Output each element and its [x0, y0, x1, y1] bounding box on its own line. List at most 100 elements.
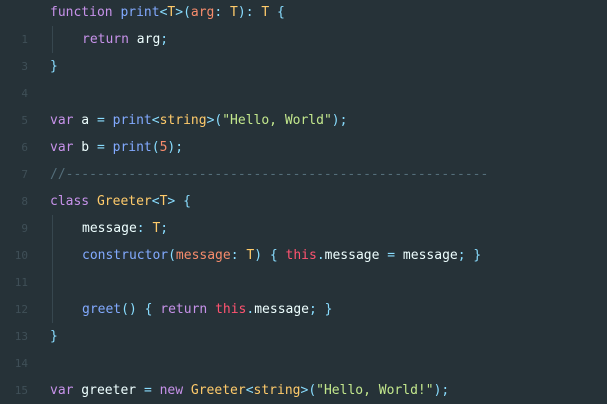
code-token: return	[160, 302, 208, 317]
code-token: arg	[128, 32, 161, 47]
code-token: }	[50, 329, 58, 344]
code-text: constructor(message: T) { this.message =…	[82, 242, 481, 269]
code-token: //--------------------------------------…	[50, 167, 489, 182]
code-token: <	[245, 383, 254, 398]
code-text: //--------------------------------------…	[50, 161, 488, 188]
code-line[interactable]: 12 greet() { return this.message; }	[0, 296, 607, 323]
line-number: 5	[21, 114, 28, 127]
code-text: return arg;	[82, 26, 168, 53]
code-token: T	[230, 5, 238, 20]
code-token: var	[50, 383, 74, 398]
code-token: ):	[237, 5, 254, 20]
code-text: message: T;	[82, 215, 168, 242]
line-number: 4	[21, 87, 28, 100]
code-token: print	[112, 113, 152, 128]
code-token: {	[277, 5, 285, 20]
code-line[interactable]: 13}	[0, 323, 607, 350]
code-token: ;	[309, 302, 317, 317]
code-token: string	[253, 383, 301, 398]
line-number: 7	[21, 168, 28, 181]
code-token: message	[175, 248, 231, 263]
code-token: =	[387, 248, 396, 263]
code-editor[interactable]: function print<T>(arg: T): T {1 return ar…	[0, 0, 607, 404]
line-number: 1	[21, 33, 28, 46]
code-line[interactable]: 10 constructor(message: T) { this.message…	[0, 242, 607, 269]
code-token: >(	[206, 113, 223, 128]
code-text: var b = print(5);	[50, 134, 183, 161]
code-token: var	[50, 140, 74, 155]
line-number: 8	[21, 195, 28, 208]
code-line[interactable]: 9 message: T;	[0, 215, 607, 242]
code-token: =	[96, 113, 105, 128]
code-token: >(	[300, 383, 317, 398]
code-token: :	[136, 221, 145, 236]
line-number: 9	[21, 222, 28, 235]
code-line[interactable]: 14	[0, 350, 607, 377]
code-token: Greeter	[190, 383, 246, 398]
code-token: ;	[160, 221, 169, 236]
code-token: Greeter	[96, 194, 152, 209]
code-line[interactable]: 8 class Greeter<T> {	[0, 188, 607, 215]
code-token: this	[215, 302, 247, 317]
line-number: 3	[21, 60, 28, 73]
code-token: b	[73, 140, 97, 155]
code-token: }	[50, 59, 58, 74]
code-token: constructor	[82, 248, 169, 263]
code-text: var greeter = new Greeter<string>("Hello…	[50, 377, 449, 404]
code-line[interactable]: 6 var b = print(5);	[0, 134, 607, 161]
line-number: 6	[21, 141, 28, 154]
code-line[interactable]: 1 return arg;	[0, 26, 607, 53]
line-number: 13	[14, 330, 28, 343]
code-token: =	[96, 140, 105, 155]
code-token: (	[151, 140, 160, 155]
code-token: greeter	[73, 383, 144, 398]
code-token: ;	[457, 248, 466, 263]
code-line[interactable]: 11	[0, 269, 607, 296]
code-token: <	[151, 194, 160, 209]
code-token: =	[143, 383, 152, 398]
code-token: this	[285, 248, 317, 263]
code-text: greet() { return this.message; }	[82, 296, 333, 323]
line-number: 15	[14, 384, 28, 397]
code-line[interactable]: 5 var a = print<string>("Hello, World");	[0, 107, 607, 134]
code-token: );	[167, 140, 184, 155]
code-token: )	[254, 248, 263, 263]
code-text: var a = print<string>("Hello, World");	[50, 107, 347, 134]
code-token: >(	[175, 5, 191, 20]
code-token: "Hello, World"	[222, 113, 332, 128]
code-token: message	[324, 248, 388, 263]
code-token: message	[82, 221, 137, 236]
code-line[interactable]: 7 //-------------------------------------…	[0, 161, 607, 188]
code-line[interactable]: 3}	[0, 53, 607, 80]
code-token: a	[73, 113, 97, 128]
line-number: 10	[14, 249, 28, 262]
indent-guide	[52, 26, 53, 53]
code-line[interactable]: 4	[0, 80, 607, 107]
code-text: class Greeter<T> {	[50, 188, 191, 215]
line-number: 14	[14, 357, 28, 370]
code-token: ;	[160, 32, 169, 47]
code-text: }	[50, 53, 58, 80]
code-token: return	[82, 32, 129, 47]
code-token: (	[168, 248, 176, 263]
code-line[interactable]: 15 var greeter = new Greeter<string>("Hel…	[0, 377, 607, 404]
code-token: function	[50, 5, 113, 20]
code-token: :	[230, 248, 239, 263]
line-number: 12	[14, 303, 28, 316]
code-token: ()	[121, 302, 137, 317]
indent-guide	[52, 242, 53, 269]
indent-guide	[52, 269, 53, 296]
code-token: arg	[190, 5, 215, 20]
code-token: print	[120, 5, 160, 20]
code-token: {	[183, 194, 191, 209]
code-token: string	[159, 113, 207, 128]
code-line[interactable]: function print<T>(arg: T): T {	[0, 0, 607, 26]
code-token: .	[316, 248, 325, 263]
